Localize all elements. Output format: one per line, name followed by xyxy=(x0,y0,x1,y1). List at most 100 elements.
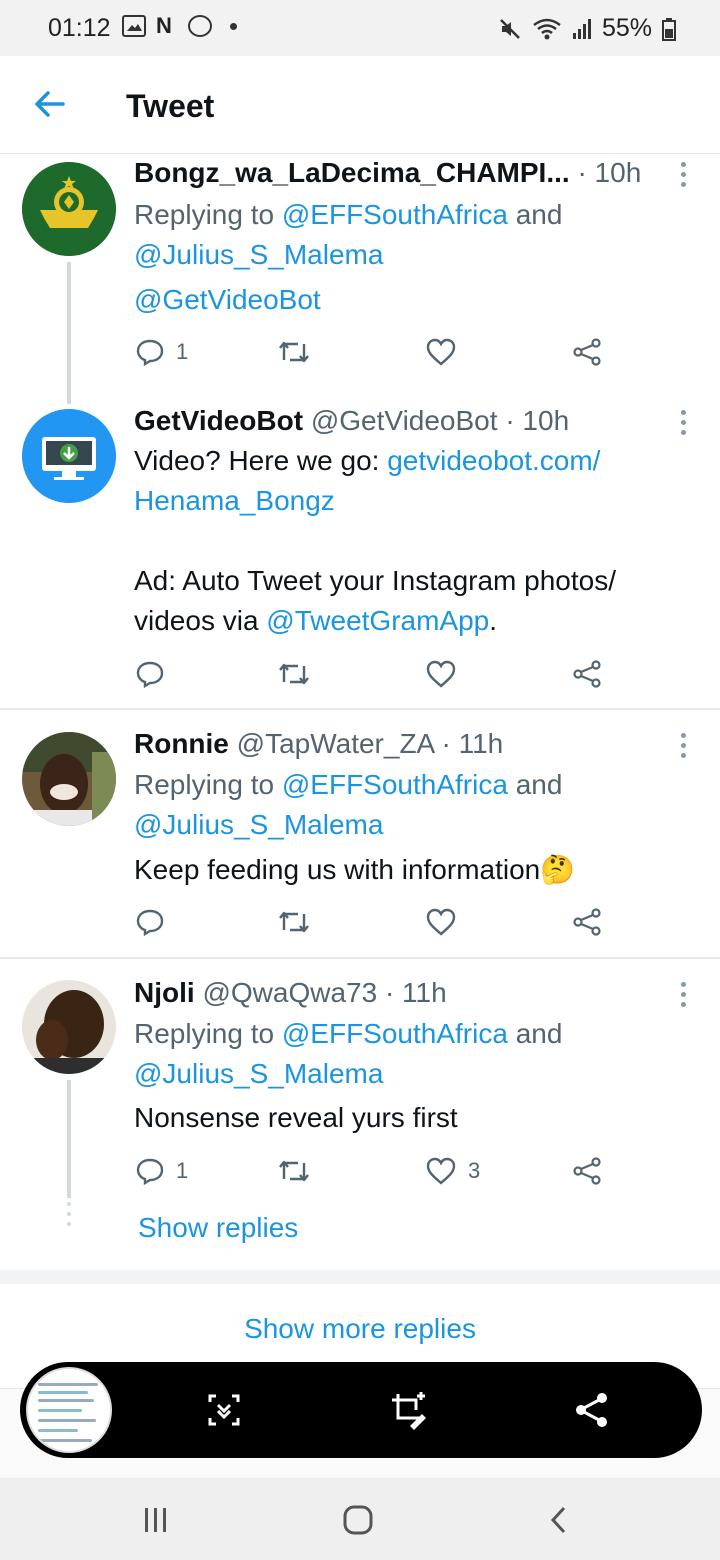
recents-icon[interactable] xyxy=(140,1504,172,1536)
display-name[interactable]: GetVideoBot xyxy=(134,405,303,436)
like-count: 3 xyxy=(468,1158,481,1183)
more-options-icon[interactable] xyxy=(680,982,688,1012)
retweet-button[interactable] xyxy=(278,338,310,366)
status-time: 01:12 xyxy=(48,14,111,42)
url-link[interactable]: Henama_Bongz xyxy=(134,485,335,517)
avatar[interactable] xyxy=(22,732,116,826)
tweet-body-line: videos via @TweetGramApp. xyxy=(134,605,498,636)
share-icon xyxy=(573,660,601,688)
back-arrow-icon[interactable] xyxy=(32,86,68,122)
tweet-actions: 1 3 xyxy=(134,1157,614,1187)
reply-count: 1 xyxy=(176,339,189,364)
thinking-emoji-icon: 🤔 xyxy=(540,854,576,885)
mention-link[interactable]: @Julius_S_Malema xyxy=(134,1058,383,1090)
home-icon[interactable] xyxy=(342,1504,374,1536)
reply-count: 1 xyxy=(176,1158,189,1183)
share-button[interactable] xyxy=(572,908,602,936)
retweet-button[interactable] xyxy=(278,660,310,688)
tweet-header: GetVideoBot @GetVideoBot · 10h xyxy=(134,405,569,437)
mention-link[interactable]: @EFFSouthAfrica xyxy=(282,199,508,230)
tweet-body: Nonsense reveal yurs first xyxy=(134,1102,458,1133)
show-replies-link[interactable]: Show replies xyxy=(138,1212,298,1244)
retweet-button[interactable] xyxy=(278,1157,310,1185)
retweet-icon xyxy=(279,911,309,933)
retweet-icon xyxy=(279,341,309,363)
scroll-capture-icon[interactable] xyxy=(204,1390,244,1430)
share-button[interactable] xyxy=(572,660,602,688)
tweet-header: Njoli @QwaQwa73 · 11h xyxy=(134,977,447,1009)
like-button[interactable]: 3 xyxy=(426,1157,480,1185)
replying-to: Replying to @EFFSouthAfrica and xyxy=(134,769,563,800)
display-name[interactable]: Njoli xyxy=(134,977,195,1008)
divider xyxy=(0,957,720,959)
wifi-icon xyxy=(533,18,561,39)
share-icon[interactable] xyxy=(572,1390,612,1430)
reply-button[interactable] xyxy=(136,908,164,936)
display-name[interactable]: Ronnie xyxy=(134,728,229,759)
thread-dots xyxy=(67,1202,71,1226)
url-link[interactable]: getvideobot.com/ xyxy=(387,445,600,476)
tweet-actions xyxy=(134,908,614,938)
reply-icon xyxy=(136,339,164,366)
retweet-icon xyxy=(279,1160,309,1182)
signal-icon xyxy=(572,18,591,39)
app-header: Tweet xyxy=(0,56,720,154)
mention-link[interactable]: @EFFSouthAfrica xyxy=(282,1018,508,1049)
more-options-icon[interactable] xyxy=(680,162,688,192)
system-nav-bar xyxy=(0,1478,720,1560)
crop-edit-icon[interactable] xyxy=(388,1390,428,1430)
avatar[interactable] xyxy=(22,409,116,503)
like-button[interactable] xyxy=(426,338,456,366)
tweet-header: Bongz_wa_LaDecima_CHAMPI... · 10h xyxy=(134,157,641,189)
section-gap xyxy=(0,1270,720,1284)
tweet-body: Keep feeding us with information🤔 xyxy=(134,854,576,885)
share-icon xyxy=(573,908,601,936)
thread-line xyxy=(67,262,71,404)
tweet-time: · 11h xyxy=(384,977,447,1008)
mention-link[interactable]: @Julius_S_Malema xyxy=(134,239,383,271)
heart-icon xyxy=(426,338,456,366)
mention-link[interactable]: @Julius_S_Malema xyxy=(134,809,383,841)
reply-icon xyxy=(136,909,164,936)
tweet-time: · 10h xyxy=(577,157,642,188)
thread-line xyxy=(67,1080,71,1198)
replying-to: Replying to @EFFSouthAfrica and xyxy=(134,199,563,230)
tweet-body-line: Video? Here we go: getvideobot.com/ xyxy=(134,445,601,476)
back-icon[interactable] xyxy=(544,1504,576,1536)
more-options-icon[interactable] xyxy=(680,733,688,763)
display-name[interactable]: Bongz_wa_LaDecima_CHAMPI... xyxy=(134,157,570,188)
heart-icon xyxy=(426,1157,456,1185)
tweet-time: · 10h xyxy=(505,405,570,436)
handle: @GetVideoBot xyxy=(310,405,498,436)
divider xyxy=(0,708,720,710)
share-button[interactable] xyxy=(572,1157,602,1185)
replying-to: Replying to @EFFSouthAfrica and xyxy=(134,1018,563,1049)
tweet-header: Ronnie @TapWater_ZA · 11h xyxy=(134,728,503,760)
like-button[interactable] xyxy=(426,660,456,688)
show-more-replies-link[interactable]: Show more replies xyxy=(0,1313,720,1345)
heart-icon xyxy=(426,660,456,688)
share-icon xyxy=(573,338,601,366)
avatar[interactable] xyxy=(22,162,116,256)
tweet-body[interactable]: @GetVideoBot xyxy=(134,284,321,316)
retweet-button[interactable] xyxy=(278,908,310,936)
like-button[interactable] xyxy=(426,908,456,936)
share-button[interactable] xyxy=(572,338,602,366)
more-options-icon[interactable] xyxy=(680,410,688,440)
tweet-actions xyxy=(134,660,614,690)
handle: @TapWater_ZA xyxy=(236,728,434,759)
mention-link[interactable]: @EFFSouthAfrica xyxy=(282,769,508,800)
avatar[interactable] xyxy=(22,980,116,1074)
reply-button[interactable] xyxy=(136,660,164,688)
notification-icons: N xyxy=(122,15,237,37)
tweet-time: · 11h xyxy=(441,728,504,759)
reply-button[interactable]: 1 xyxy=(136,1157,188,1185)
screenshot-thumbnail[interactable] xyxy=(26,1367,112,1453)
reply-button[interactable]: 1 xyxy=(136,338,188,366)
reply-icon xyxy=(136,1158,164,1185)
mention-link[interactable]: @TweetGramApp xyxy=(266,605,489,636)
tweet-body-line: Ad: Auto Tweet your Instagram photos/ xyxy=(134,565,616,596)
battery-percent: 55% xyxy=(601,14,652,42)
n-icon: N xyxy=(156,13,172,38)
mute-icon xyxy=(500,18,520,39)
